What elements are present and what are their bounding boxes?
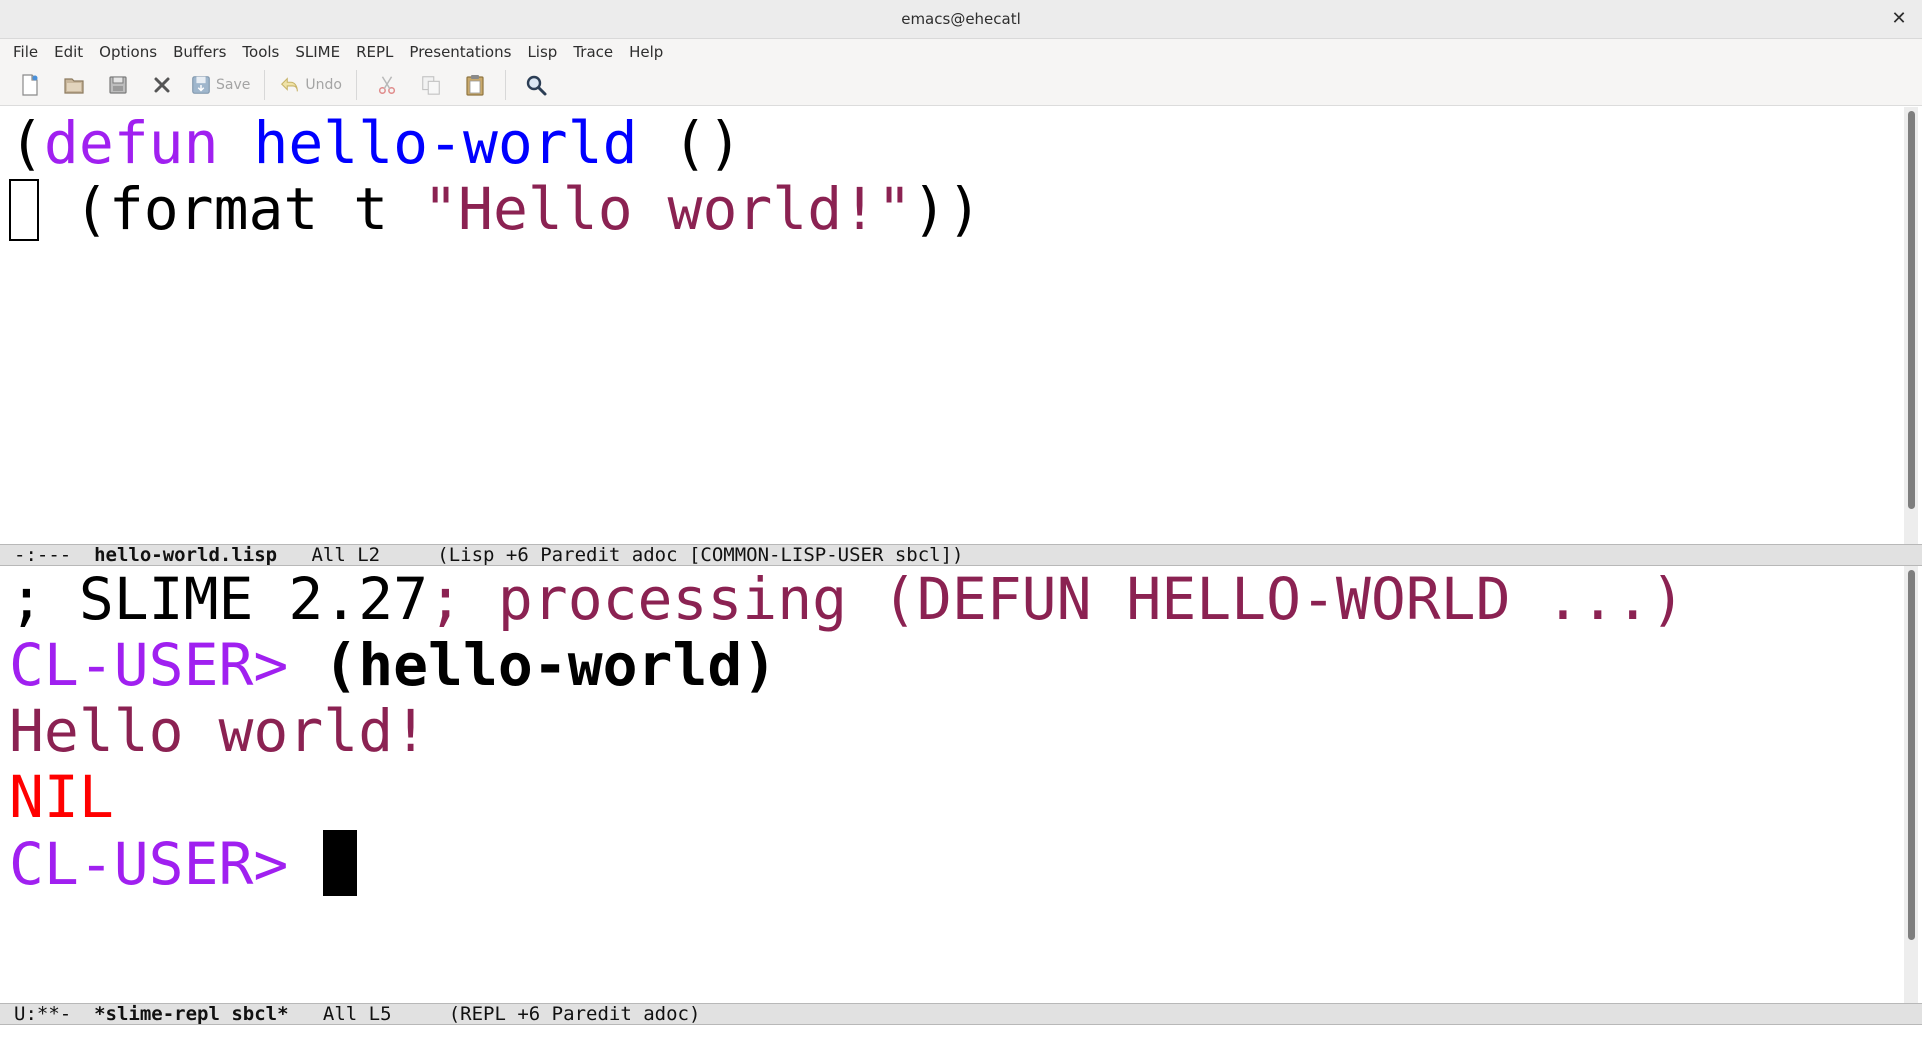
closing-parens: )) [911, 175, 982, 243]
menu-presentations[interactable]: Presentations [401, 40, 519, 64]
buffer-position: All L2 [311, 544, 381, 566]
repl-output: Hello world! [9, 697, 429, 765]
processing-message: ; processing (DEFUN HELLO-WORLD ...) [428, 565, 1686, 633]
major-mode[interactable]: (Lisp +6 Paredit adoc [COMMON-LISP-USER … [437, 544, 963, 566]
repl-pane[interactable]: ; SLIME 2.27; processing (DEFUN HELLO-WO… [0, 566, 1922, 1003]
menu-lisp[interactable]: Lisp [519, 40, 565, 64]
format-call: (format t [39, 175, 424, 243]
save-button[interactable]: Save [190, 69, 250, 101]
undo-icon [281, 77, 299, 92]
buffer-position: All L5 [322, 1003, 392, 1025]
string-literal: "Hello world!" [423, 175, 912, 243]
paste-icon [466, 75, 484, 96]
undo-button[interactable]: Undo [279, 69, 342, 101]
window-title: emacs@ehecatl [901, 10, 1021, 28]
repl-line-2: CL-USER> (hello-world) [9, 632, 777, 698]
menu-bar: File Edit Options Buffers Tools SLIME RE… [0, 39, 1922, 65]
cut-icon [378, 76, 396, 94]
window-titlebar: emacs@ehecatl ✕ [0, 0, 1922, 39]
search-button[interactable] [520, 69, 552, 101]
open-folder-icon [64, 78, 84, 94]
toolbar-separator [355, 70, 357, 100]
repl-line-1: ; SLIME 2.27; processing (DEFUN HELLO-WO… [9, 566, 1685, 632]
close-buffer-button[interactable] [146, 69, 178, 101]
code-mode-line[interactable]: -:--- hello-world.lisp All L2 (Lisp +6 P… [0, 544, 1922, 566]
menu-file[interactable]: File [5, 40, 46, 64]
paren: ( [9, 109, 44, 177]
paste-button[interactable] [459, 69, 491, 101]
undo-label: Undo [305, 77, 342, 93]
menu-trace[interactable]: Trace [565, 40, 621, 64]
repl-line-5[interactable]: CL-USER> [9, 830, 358, 898]
toolbar: Save Undo [0, 65, 1922, 106]
buffer-status: U:**- [14, 1003, 72, 1025]
code-scrollbar[interactable] [1904, 107, 1918, 544]
buffer-name[interactable]: hello-world.lisp [94, 544, 277, 566]
code-scrollbar-thumb[interactable] [1908, 111, 1915, 509]
toolbar-separator [264, 70, 266, 100]
repl-scrollbar-thumb[interactable] [1908, 570, 1915, 940]
code-line-1: (defun hello-world () [9, 110, 742, 176]
close-window-button[interactable]: ✕ [1886, 6, 1912, 32]
text-cursor [9, 179, 39, 241]
repl-prompt: CL-USER> [9, 631, 289, 699]
open-file-button[interactable] [58, 69, 90, 101]
repl-result: NIL [9, 763, 114, 831]
menu-options[interactable]: Options [91, 40, 165, 64]
function-name: hello-world [253, 109, 638, 177]
menu-help[interactable]: Help [621, 40, 671, 64]
copy-icon [422, 76, 440, 95]
menu-tools[interactable]: Tools [234, 40, 287, 64]
minibuffer[interactable] [0, 1025, 1922, 1050]
buffer-status: -:--- [14, 544, 72, 566]
cut-button[interactable] [371, 69, 403, 101]
menu-edit[interactable]: Edit [46, 40, 91, 64]
buffer-name[interactable]: *slime-repl sbcl* [94, 1003, 288, 1025]
repl-scrollbar[interactable] [1904, 566, 1918, 1003]
menu-repl[interactable]: REPL [348, 40, 401, 64]
defun-keyword: defun [43, 109, 219, 177]
repl-prompt: CL-USER> [9, 830, 289, 898]
open-directory-icon [109, 76, 127, 94]
major-mode[interactable]: (REPL +6 Paredit adoc) [449, 1003, 701, 1025]
close-buffer-icon [154, 77, 170, 93]
new-file-icon [22, 74, 38, 96]
code-editor-pane[interactable]: (defun hello-world () (format t "Hello w… [0, 107, 1922, 544]
toolbar-separator [504, 70, 506, 100]
open-directory-button[interactable] [102, 69, 134, 101]
repl-input: (hello-world) [323, 631, 778, 699]
menu-buffers[interactable]: Buffers [165, 40, 234, 64]
arglist: () [637, 109, 743, 177]
save-label: Save [216, 77, 251, 93]
copy-button[interactable] [415, 69, 447, 101]
menu-slime[interactable]: SLIME [287, 40, 348, 64]
repl-cursor [323, 830, 358, 896]
repl-mode-line[interactable]: U:**- *slime-repl sbcl* All L5 (REPL +6 … [0, 1003, 1922, 1025]
search-icon [526, 75, 547, 96]
new-file-button[interactable] [14, 69, 46, 101]
slime-banner: ; SLIME 2.27 [9, 565, 429, 633]
code-line-2: (format t "Hello world!")) [9, 176, 982, 242]
save-icon [192, 76, 210, 94]
